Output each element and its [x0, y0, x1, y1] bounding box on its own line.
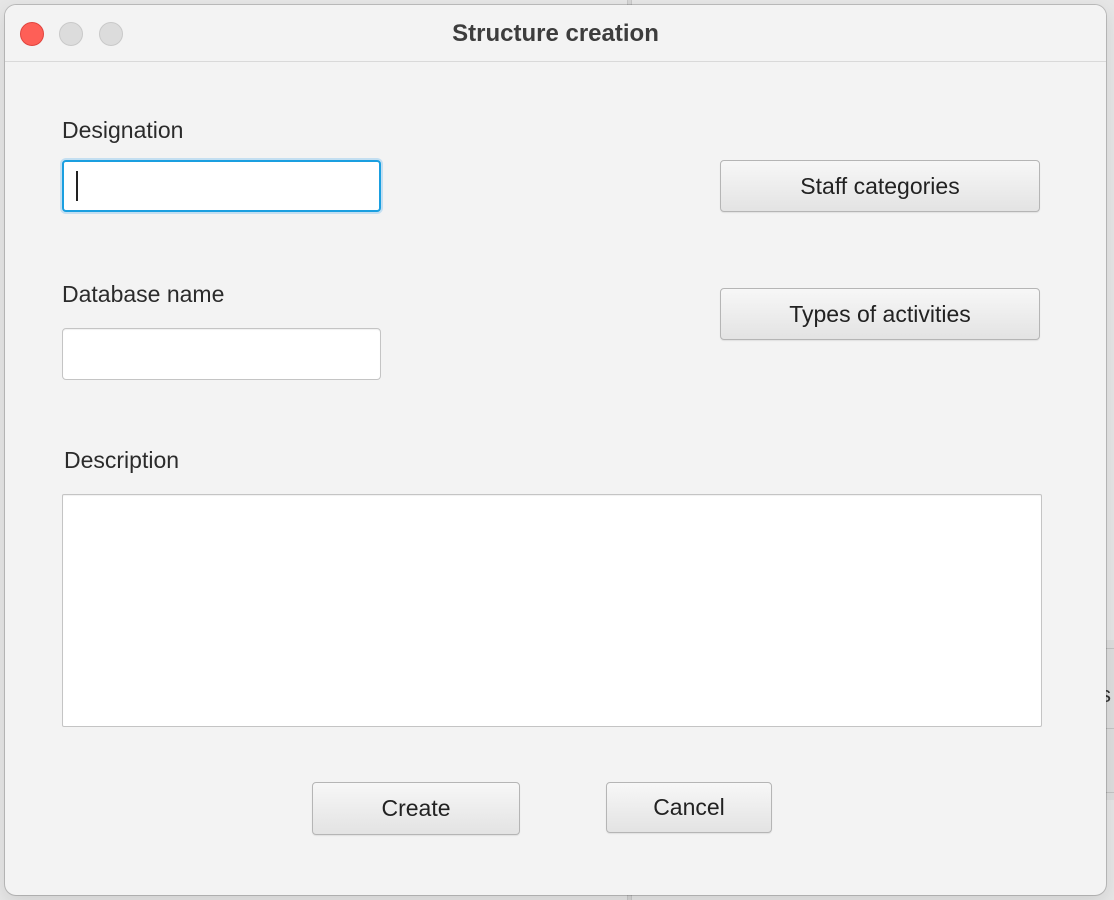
database-name-label: Database name [62, 281, 225, 307]
staff-categories-button[interactable]: Staff categories [720, 160, 1040, 212]
cancel-button[interactable]: Cancel [606, 782, 772, 833]
designation-input[interactable] [62, 160, 381, 212]
database-name-input[interactable] [62, 328, 381, 380]
structure-creation-dialog: Structure creation Designation Staff cat… [5, 5, 1106, 895]
create-button[interactable]: Create [312, 782, 520, 835]
window-title: Structure creation [452, 20, 659, 47]
designation-label: Designation [62, 117, 184, 143]
description-label: Description [64, 447, 180, 473]
description-textarea[interactable] [62, 494, 1042, 727]
types-of-activities-button[interactable]: Types of activities [720, 288, 1040, 340]
title-bar[interactable]: Structure creation [5, 5, 1106, 62]
text-caret [76, 171, 78, 201]
